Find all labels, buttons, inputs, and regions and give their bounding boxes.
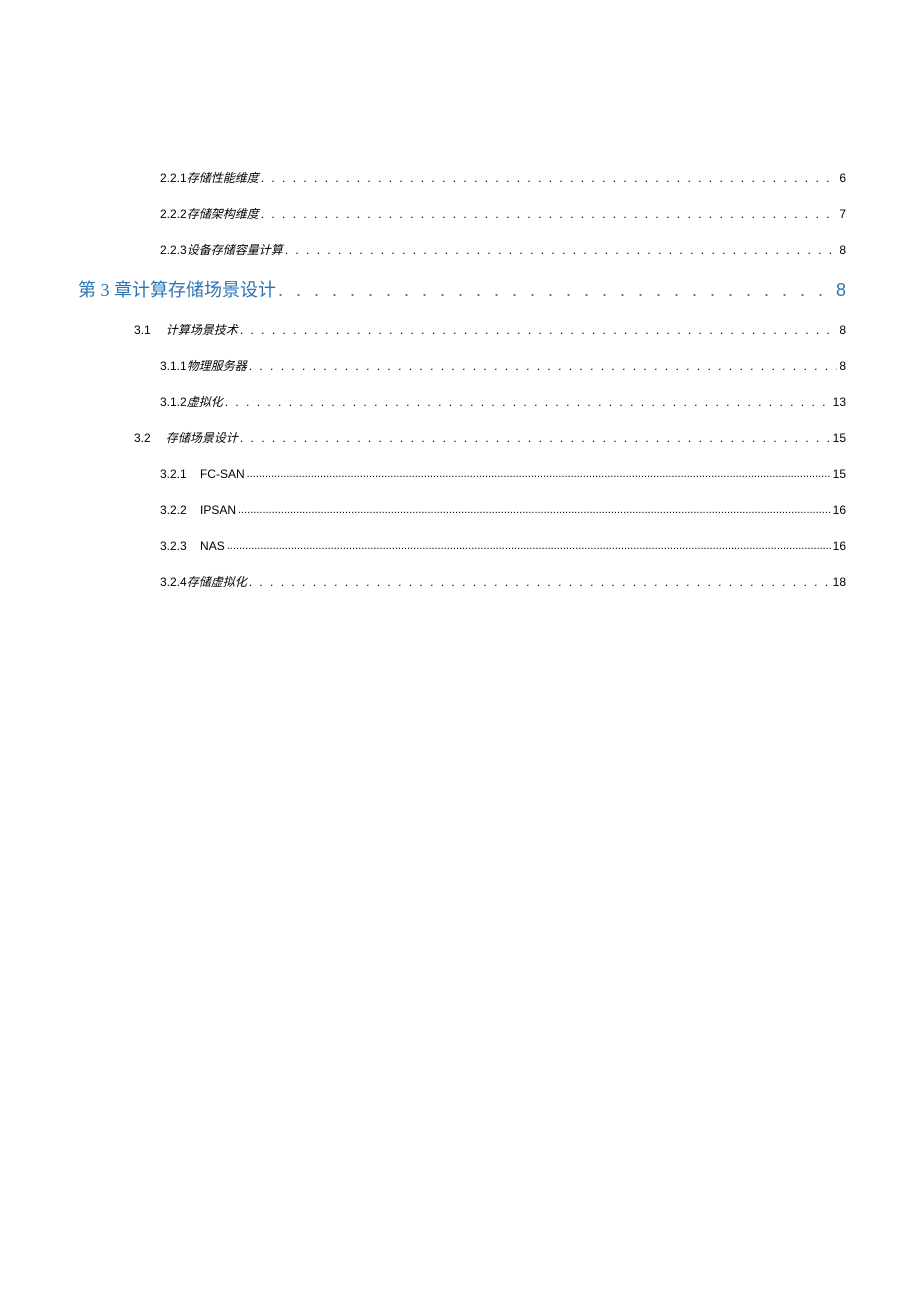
toc-entry: 3.1.1 物理服务器 . . . . . . . . . . . . . . … — [78, 348, 846, 384]
toc-page-number: 15 — [833, 432, 846, 444]
toc-leader: . . . . . . . . . . . . . . . . . . . . … — [285, 244, 838, 256]
toc-number: 3.2.3 — [160, 540, 200, 552]
toc-entry: 3.2.3 NAS ..............................… — [78, 528, 846, 564]
toc-number: 2.2.2 — [160, 208, 187, 220]
toc-entry: 3.2.4 存储虚拟化 . . . . . . . . . . . . . . … — [78, 564, 846, 600]
toc-entry: 2.2.3 设备存储容量计算 . . . . . . . . . . . . .… — [78, 232, 846, 268]
toc-number: 3.1 — [134, 324, 166, 336]
toc-leader: . . . . . . . . . . . . . . . . . . . . … — [278, 281, 834, 299]
toc-leader: . . . . . . . . . . . . . . . . . . . . … — [225, 396, 831, 408]
toc-title: NAS — [200, 540, 225, 552]
toc-title: 存储虚拟化 — [187, 576, 247, 588]
toc-page-number: 8 — [839, 244, 846, 256]
toc-number: 2.2.3 — [160, 244, 187, 256]
toc-leader: . . . . . . . . . . . . . . . . . . . . … — [261, 208, 838, 220]
toc-page-number: 8 — [839, 324, 846, 336]
toc-leader: . . . . . . . . . . . . . . . . . . . . … — [249, 360, 838, 372]
toc-entry: 3.2 存储场景设计 . . . . . . . . . . . . . . .… — [78, 420, 846, 456]
toc-number: 3.2.1 — [160, 468, 200, 480]
toc-title: 存储性能维度 — [187, 172, 259, 184]
toc-title: 计算场景技术 — [166, 324, 238, 336]
toc-number: 3.2.2 — [160, 504, 200, 516]
toc-leader: ........................................… — [247, 469, 831, 480]
toc-entry: 3.1.2 虚拟化 . . . . . . . . . . . . . . . … — [78, 384, 846, 420]
toc-title: 存储架构维度 — [187, 208, 259, 220]
toc-chapter: 第 3 章计算存储场景设计 . . . . . . . . . . . . . … — [78, 268, 846, 312]
toc-number: 3.1.2 — [160, 396, 187, 408]
toc-leader: . . . . . . . . . . . . . . . . . . . . … — [240, 324, 838, 336]
toc-page-number: 16 — [833, 540, 846, 552]
toc-page-number: 13 — [833, 396, 846, 408]
toc-number: 3.1.1 — [160, 360, 187, 372]
toc-leader: ........................................… — [227, 541, 831, 552]
toc-entry: 3.1 计算场景技术 . . . . . . . . . . . . . . .… — [78, 312, 846, 348]
toc-page: 2.2.1 存储性能维度 . . . . . . . . . . . . . .… — [78, 160, 846, 600]
toc-title: 存储场景设计 — [166, 432, 238, 444]
toc-page-number: 16 — [833, 504, 846, 516]
toc-number: 3.2.4 — [160, 576, 187, 588]
toc-page-number: 8 — [836, 281, 846, 299]
toc-page-number: 18 — [833, 576, 846, 588]
toc-page-number: 7 — [839, 208, 846, 220]
toc-page-number: 8 — [839, 360, 846, 372]
toc-leader: . . . . . . . . . . . . . . . . . . . . … — [240, 432, 831, 444]
toc-chapter-title: 第 3 章计算存储场景设计 — [78, 281, 276, 299]
toc-leader: . . . . . . . . . . . . . . . . . . . . … — [261, 172, 838, 184]
toc-entry: 2.2.2 存储架构维度 . . . . . . . . . . . . . .… — [78, 196, 846, 232]
toc-number: 3.2 — [134, 432, 166, 444]
toc-page-number: 15 — [833, 468, 846, 480]
toc-leader: ........................................… — [238, 505, 831, 516]
toc-title: 设备存储容量计算 — [187, 244, 283, 256]
toc-entry: 3.2.2 IPSAN ............................… — [78, 492, 846, 528]
toc-page-number: 6 — [839, 172, 846, 184]
toc-title: 物理服务器 — [187, 360, 247, 372]
toc-number: 2.2.1 — [160, 172, 187, 184]
toc-title: FC-SAN — [200, 468, 245, 480]
toc-title: IPSAN — [200, 504, 236, 516]
toc-title: 虚拟化 — [187, 396, 223, 408]
toc-entry: 2.2.1 存储性能维度 . . . . . . . . . . . . . .… — [78, 160, 846, 196]
toc-entry: 3.2.1 FC-SAN ...........................… — [78, 456, 846, 492]
toc-leader: . . . . . . . . . . . . . . . . . . . . … — [249, 576, 831, 588]
